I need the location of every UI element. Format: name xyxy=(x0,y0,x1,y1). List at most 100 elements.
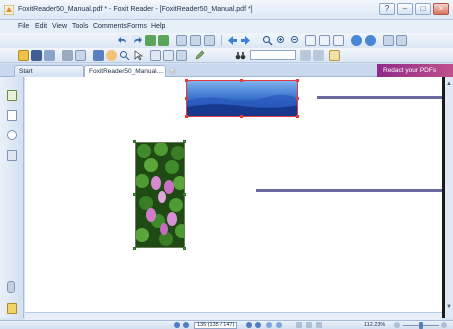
first-page-icon[interactable] xyxy=(174,322,180,328)
menu-help[interactable]: Help xyxy=(151,23,165,30)
close-button[interactable]: × xyxy=(433,3,449,15)
resize-handle-br[interactable] xyxy=(296,115,299,118)
single-page-icon[interactable] xyxy=(383,35,394,46)
select-tool-icon[interactable] xyxy=(119,50,130,61)
resize-handle-bl[interactable] xyxy=(185,115,188,118)
zoom-out-icon[interactable] xyxy=(290,35,301,46)
minimize-button[interactable]: – xyxy=(397,3,413,15)
single-page-view-icon[interactable] xyxy=(296,322,302,328)
pointer-icon[interactable] xyxy=(133,50,144,61)
horizontal-scrollbar[interactable] xyxy=(25,312,442,320)
email-icon[interactable] xyxy=(204,35,215,46)
vertical-scrollbar[interactable]: ▲ ▼ xyxy=(442,77,453,318)
print-icon-2[interactable] xyxy=(62,50,73,61)
email-icon-2[interactable] xyxy=(93,50,104,61)
menu-view[interactable]: View xyxy=(52,23,67,30)
print-icon[interactable] xyxy=(176,35,187,46)
flower-handle-tl[interactable] xyxy=(133,140,136,143)
nav-back-icon[interactable] xyxy=(266,322,272,328)
landscape-graphic xyxy=(187,94,297,116)
page-number-field[interactable]: 135 (135 / 147) xyxy=(194,322,238,329)
undo-icon[interactable] xyxy=(118,35,129,46)
image-flowers[interactable] xyxy=(135,142,185,248)
scan-icon[interactable] xyxy=(190,35,201,46)
zoom-in-button[interactable] xyxy=(441,322,447,328)
resize-handle-t[interactable] xyxy=(240,79,243,82)
snapshot-icon[interactable] xyxy=(158,35,169,46)
tab-document[interactable]: FoxitReader50_Manual.... × xyxy=(84,65,176,77)
fit-visible-icon[interactable] xyxy=(333,35,344,46)
tab-start[interactable]: Start xyxy=(14,65,84,77)
flower-handle-bl[interactable] xyxy=(133,247,136,250)
rotate-right-icon[interactable] xyxy=(365,35,376,46)
signatures-icon[interactable] xyxy=(7,303,17,314)
find-previous-icon[interactable] xyxy=(300,50,311,61)
resize-handle-l[interactable] xyxy=(185,97,188,100)
bookmarks-icon[interactable] xyxy=(7,90,17,101)
find-next-icon[interactable] xyxy=(313,50,324,61)
zoom-out-button[interactable] xyxy=(394,322,400,328)
next-page-icon[interactable] xyxy=(246,322,252,328)
toolbar-secondary xyxy=(0,48,453,63)
last-page-icon[interactable] xyxy=(255,322,261,328)
hand-tool-icon[interactable] xyxy=(106,50,117,61)
properties-icon[interactable] xyxy=(75,50,86,61)
zoom-level[interactable]: 112.23% xyxy=(364,322,385,328)
zoom-slider-thumb[interactable] xyxy=(419,322,423,329)
previous-page-icon[interactable] xyxy=(183,322,189,328)
help-button[interactable]: ? xyxy=(379,3,395,15)
back-arrow-icon[interactable] xyxy=(227,35,238,46)
layers-icon[interactable] xyxy=(7,130,17,140)
menu-bar: File Edit View Tools Comments Forms Help xyxy=(0,20,453,33)
facing-view-icon[interactable] xyxy=(316,322,322,328)
pages-icon[interactable] xyxy=(7,110,17,121)
window-controls: ? – □ × xyxy=(379,3,449,15)
fit-width-icon[interactable] xyxy=(319,35,330,46)
zoom-in-icon[interactable] xyxy=(276,35,287,46)
flower-handle-r[interactable] xyxy=(183,193,186,196)
rotate-left-icon[interactable] xyxy=(351,35,362,46)
redact-promo-banner[interactable]: Redact your PDFs xyxy=(377,64,453,77)
menu-file[interactable]: File xyxy=(18,23,29,30)
flower-handle-l[interactable] xyxy=(133,193,136,196)
select-text-icon[interactable] xyxy=(145,35,156,46)
find-options-icon[interactable] xyxy=(329,50,340,61)
menu-tools[interactable]: Tools xyxy=(72,23,88,30)
save-as-icon[interactable] xyxy=(44,50,55,61)
binoculars-icon[interactable] xyxy=(235,50,246,61)
image-icon[interactable] xyxy=(163,50,174,61)
continuous-view-icon[interactable] xyxy=(306,322,312,328)
scroll-down-icon[interactable]: ▼ xyxy=(445,303,453,311)
pencil-icon[interactable] xyxy=(194,50,205,61)
menu-comments[interactable]: Comments xyxy=(93,23,127,30)
typewriter-icon[interactable] xyxy=(150,50,161,61)
find-input[interactable] xyxy=(250,50,296,60)
continuous-page-icon[interactable] xyxy=(396,35,407,46)
menu-edit[interactable]: Edit xyxy=(35,23,47,30)
stamp-icon[interactable] xyxy=(176,50,187,61)
redo-icon[interactable] xyxy=(131,35,142,46)
comments-panel-icon[interactable] xyxy=(7,150,17,161)
scroll-up-icon[interactable]: ▲ xyxy=(445,80,453,88)
flower-handle-tr[interactable] xyxy=(183,140,186,143)
menu-forms[interactable]: Forms xyxy=(127,23,147,30)
tab-start-label: Start xyxy=(19,68,33,75)
document-view[interactable] xyxy=(25,77,442,314)
maximize-button[interactable]: □ xyxy=(415,3,431,15)
nav-forward-icon[interactable] xyxy=(276,322,282,328)
toolbar-primary xyxy=(0,33,453,48)
flowers-graphic xyxy=(136,143,184,246)
selected-image-landscape[interactable] xyxy=(186,80,298,117)
resize-handle-r[interactable] xyxy=(296,97,299,100)
forward-arrow-icon[interactable] xyxy=(240,35,251,46)
resize-handle-b[interactable] xyxy=(240,115,243,118)
fit-page-icon[interactable] xyxy=(305,35,316,46)
open-icon[interactable] xyxy=(18,50,29,61)
resize-handle-tr[interactable] xyxy=(296,79,299,82)
zoom-icon[interactable] xyxy=(262,35,273,46)
resize-handle-tl[interactable] xyxy=(185,79,188,82)
save-icon[interactable] xyxy=(31,50,42,61)
close-tab-icon[interactable]: × xyxy=(168,68,176,75)
flower-handle-br[interactable] xyxy=(183,247,186,250)
attachments-icon[interactable] xyxy=(7,281,15,293)
